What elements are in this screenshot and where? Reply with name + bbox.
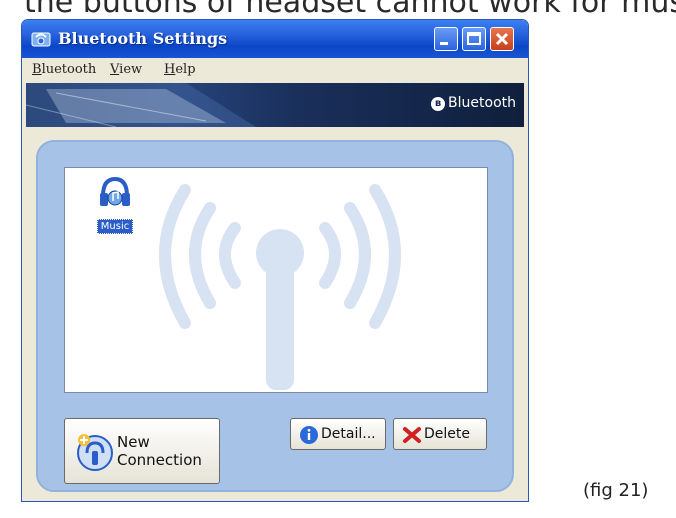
window-title: Bluetooth Settings (58, 29, 228, 48)
minimize-button[interactable] (434, 27, 458, 51)
close-button[interactable] (490, 27, 514, 51)
device-item-music[interactable]: Music (93, 174, 137, 234)
minimize-icon (440, 42, 448, 45)
menu-bluetooth[interactable]: Bluetooth (32, 62, 96, 77)
bluetooth-banner: ʙ Bluetooth (26, 83, 524, 127)
menu-help[interactable]: Help (164, 62, 196, 77)
new-connection-label: New Connection (117, 433, 202, 469)
detail-label: Detail... (321, 426, 376, 442)
detail-button[interactable]: Detail... (290, 418, 386, 450)
device-list[interactable]: Music (64, 167, 488, 393)
bluetooth-brand: ʙ Bluetooth (431, 95, 516, 111)
bluetooth-settings-icon (30, 28, 54, 50)
info-icon (300, 426, 318, 444)
menu-view[interactable]: View (110, 62, 142, 77)
device-label: Music (96, 219, 134, 234)
maximize-icon (467, 32, 481, 45)
title-bar[interactable]: Bluetooth Settings (22, 20, 528, 58)
new-connection-button[interactable]: New Connection (64, 418, 220, 484)
menu-bar: Bluetooth View Help (22, 58, 528, 82)
close-icon (495, 32, 509, 46)
maximize-button[interactable] (462, 27, 486, 51)
delete-x-icon (403, 427, 421, 443)
new-connection-icon (77, 434, 113, 471)
delete-label: Delete (424, 426, 470, 442)
figure-caption: (fig 21) (583, 480, 649, 501)
bluetooth-settings-window: Bluetooth Settings Bluetooth View Help ʙ… (21, 19, 529, 502)
delete-button[interactable]: Delete (393, 418, 487, 450)
headphones-music-icon (100, 176, 130, 206)
bluetooth-logo-icon: ʙ (431, 97, 446, 111)
